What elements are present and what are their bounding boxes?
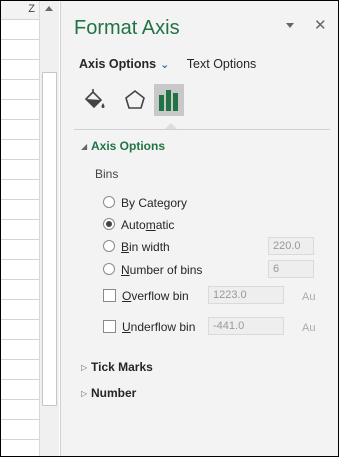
checkbox-underflow-bin[interactable]: Underflow bin [103, 320, 195, 334]
divider [74, 129, 330, 130]
paint-bucket-icon[interactable] [78, 84, 108, 114]
radio-by-category[interactable]: By Category [103, 196, 187, 210]
pane-options-dropdown-icon[interactable] [285, 21, 297, 33]
close-icon[interactable]: ✕ [314, 16, 327, 34]
bins-label: Bins [95, 167, 119, 181]
radio-number-of-bins[interactable]: Number of bins [103, 263, 202, 277]
options-tabs: Axis Options ⌄ Text Options [79, 57, 256, 71]
radio-button[interactable] [103, 263, 115, 275]
bin-width-input[interactable]: 220.0 [268, 237, 314, 255]
checkbox[interactable] [103, 289, 116, 302]
bar-chart-icon[interactable] [154, 84, 184, 116]
overflow-auto-button[interactable]: Au [302, 291, 315, 303]
radio-button-selected[interactable] [103, 218, 115, 230]
scroll-up-arrow-icon[interactable] [45, 6, 53, 11]
format-axis-pane: Format Axis ✕ Axis Options ⌄ Text Options [60, 1, 338, 456]
section-axis-options[interactable]: ◢ Axis Options [81, 139, 165, 153]
radio-button[interactable] [103, 196, 115, 208]
collapsed-triangle-icon: ▷ [81, 363, 88, 372]
radio-bin-width[interactable]: Bin width [103, 240, 170, 254]
overflow-bin-input[interactable]: 1223.0 [208, 286, 284, 304]
cell-grid[interactable] [1, 20, 40, 456]
window-frame: Z Format Axis ✕ Axis Options ⌄ Text Optio… [0, 0, 339, 457]
number-of-bins-input[interactable]: 6 [268, 260, 314, 278]
pentagon-icon[interactable] [119, 84, 149, 114]
checkbox[interactable] [103, 320, 116, 333]
expanded-triangle-icon: ◢ [81, 142, 88, 151]
underflow-auto-button[interactable]: Au [302, 322, 315, 334]
collapsed-triangle-icon: ▷ [81, 389, 88, 398]
column-header-z[interactable]: Z [1, 1, 40, 20]
checkbox-overflow-bin[interactable]: Overflow bin [103, 289, 189, 303]
pane-title: Format Axis [74, 17, 180, 39]
section-tick-marks[interactable]: ▷ Tick Marks [81, 360, 153, 374]
radio-button[interactable] [103, 240, 115, 252]
tab-axis-options[interactable]: Axis Options ⌄ [79, 57, 169, 71]
section-number[interactable]: ▷ Number [81, 386, 136, 400]
scrollbar-thumb[interactable] [42, 72, 57, 406]
underflow-bin-input[interactable]: -441.0 [208, 317, 284, 335]
spreadsheet-area: Z [1, 1, 60, 456]
radio-automatic[interactable]: Automatic [103, 218, 174, 232]
tab-text-options[interactable]: Text Options [187, 57, 256, 71]
chevron-down-icon[interactable]: ⌄ [160, 58, 169, 71]
vertical-scrollbar[interactable] [39, 1, 59, 456]
